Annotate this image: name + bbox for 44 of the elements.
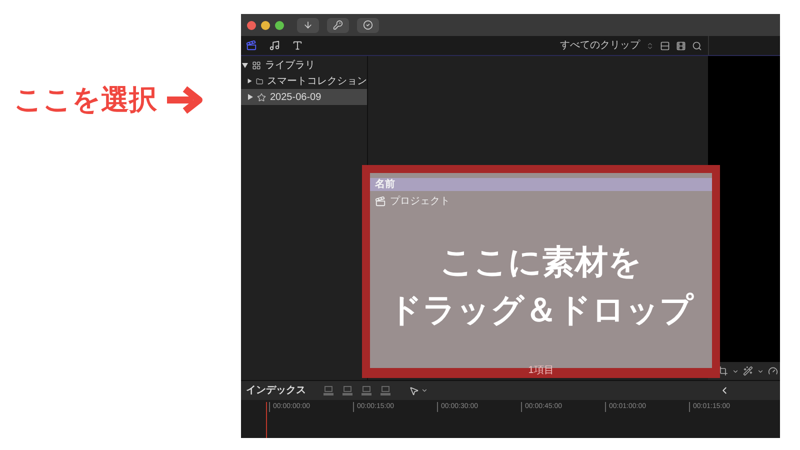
sidebar-item[interactable]: 2025-06-09 (241, 89, 367, 105)
disclosure-icon[interactable] (242, 62, 248, 68)
music-icon[interactable] (269, 40, 280, 51)
toolbar-button[interactable] (357, 18, 379, 32)
disclosure-icon[interactable] (247, 78, 252, 84)
updown-icon (646, 42, 654, 50)
library-icon[interactable] (246, 40, 257, 51)
edit-icon[interactable] (361, 386, 372, 396)
folder-icon (256, 76, 263, 86)
search-icon[interactable] (692, 40, 702, 50)
item-label: スマートコレクション (267, 74, 367, 88)
item-label: 2025-06-09 (270, 90, 322, 104)
grid-icon (252, 60, 261, 70)
overlay-text: ドラッグ＆ドロップ (388, 290, 694, 330)
pointer-icon[interactable] (409, 386, 419, 396)
sidebar-item[interactable]: スマートコレクション (241, 73, 367, 89)
caret-icon[interactable] (757, 368, 764, 374)
caret-icon[interactable] (732, 368, 739, 374)
annotation-text: ここを選択 (14, 83, 157, 117)
clip-filter[interactable]: すべてのクリップ (560, 38, 640, 53)
column-header: 名前 (370, 178, 712, 191)
index-button[interactable]: インデックス (241, 383, 311, 398)
toolbar-button[interactable] (297, 18, 319, 32)
title-icon[interactable] (292, 40, 303, 51)
key-icon (333, 20, 343, 30)
star-icon (257, 92, 266, 102)
wand-icon[interactable] (743, 366, 753, 376)
item-count: 1項目 (527, 366, 555, 376)
edit-icon[interactable] (323, 386, 334, 396)
sidebar-item[interactable]: ライブラリ (241, 57, 367, 73)
toolbar-button[interactable] (327, 18, 349, 32)
film-icon[interactable] (676, 40, 686, 50)
overlay-text: ここに素材を (440, 242, 642, 282)
edit-icon[interactable] (342, 386, 353, 396)
download-icon (303, 20, 313, 30)
crop-icon[interactable] (718, 366, 728, 376)
caret-icon[interactable] (421, 387, 428, 394)
gauge-icon[interactable] (768, 366, 778, 376)
project-icon (375, 196, 386, 206)
disclosure-icon[interactable] (247, 94, 253, 100)
item-label: ライブラリ (265, 58, 315, 72)
layout-icon[interactable] (660, 40, 670, 50)
check-icon (363, 20, 373, 30)
edit-icon[interactable] (380, 386, 391, 396)
